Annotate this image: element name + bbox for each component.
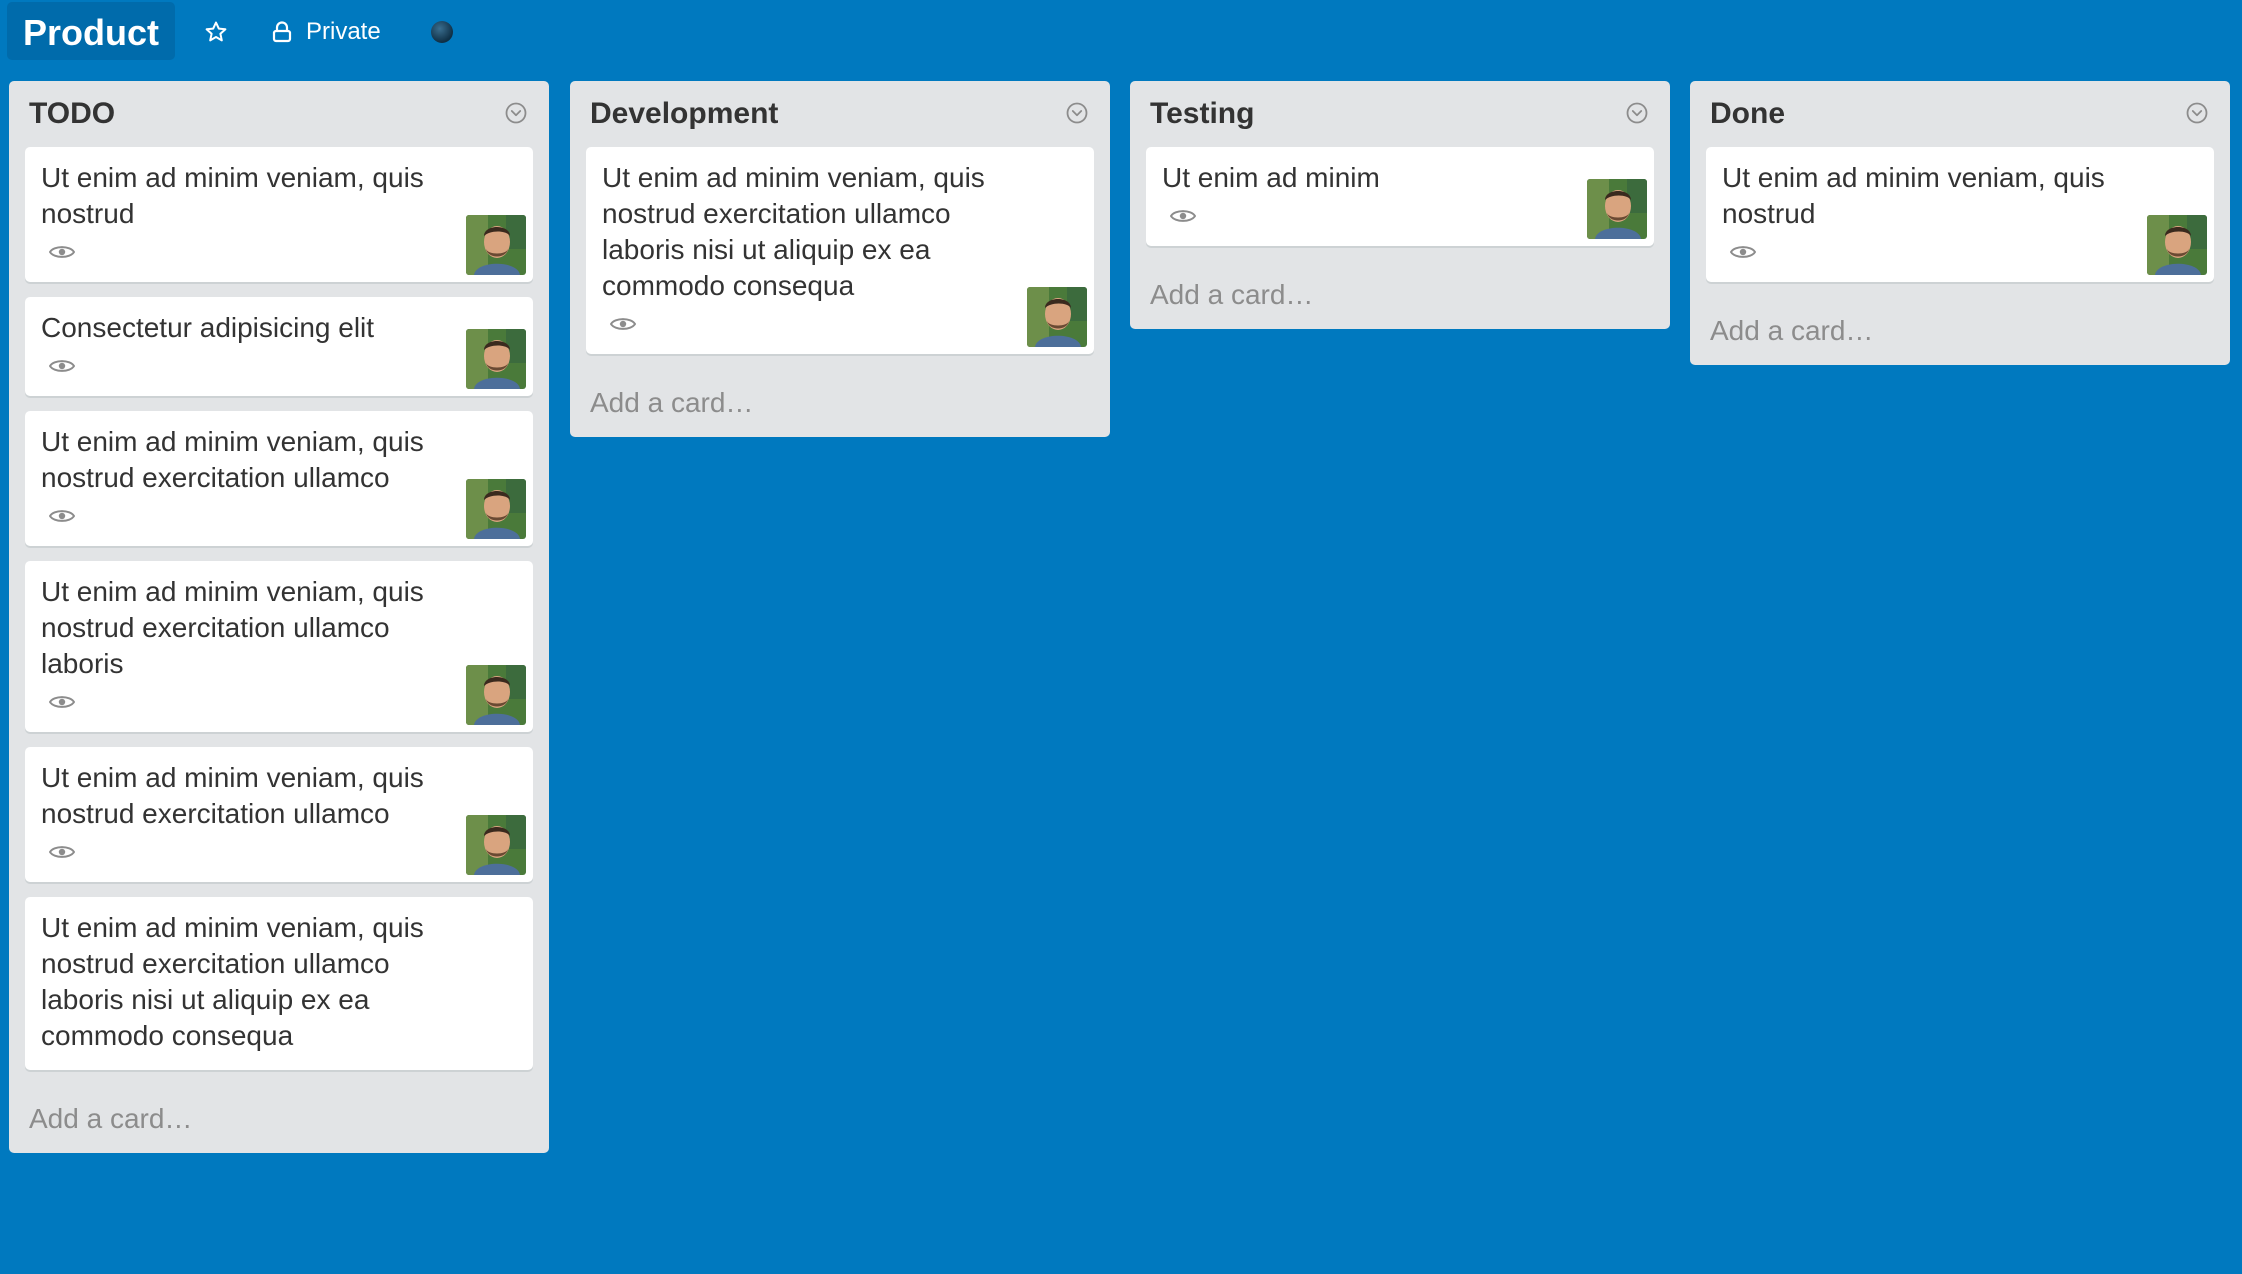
card-title: Consectetur adipisicing elit	[41, 312, 375, 343]
watch-eye-icon	[49, 694, 75, 710]
card[interactable]: Ut enim ad minim veniam, quis nostrud	[1706, 147, 2214, 282]
star-board-button[interactable]	[198, 8, 234, 56]
member-avatar[interactable]	[466, 215, 526, 275]
add-card-button[interactable]: Add a card…	[9, 1085, 549, 1153]
card-badges	[1722, 232, 2198, 272]
card-badges	[41, 832, 517, 872]
list-development: Development Ut enim ad minim veniam, qui…	[570, 81, 1110, 437]
card[interactable]: Ut enim ad minim veniam, quis nostrud ex…	[586, 147, 1094, 354]
board: Product Private TODO Ut enim ad minim ve…	[0, 0, 2242, 1274]
add-card-button[interactable]: Add a card…	[1690, 297, 2230, 365]
card-title: Ut enim ad minim veniam, quis nostrud ex…	[41, 426, 424, 493]
list-title[interactable]: Done	[1710, 97, 1785, 131]
member-avatar[interactable]	[1587, 179, 1647, 239]
watch-eye-icon	[1730, 244, 1756, 260]
card[interactable]: Ut enim ad minim veniam, quis nostrud	[25, 147, 533, 282]
list-header: Testing	[1130, 81, 1670, 147]
card[interactable]: Ut enim ad minim veniam, quis nostrud ex…	[25, 561, 533, 732]
card-badges	[41, 346, 517, 386]
list-header: Done	[1690, 81, 2230, 147]
visibility-button[interactable]: Private	[272, 8, 381, 56]
watch-eye-icon	[49, 244, 75, 260]
card-title: Ut enim ad minim	[1162, 162, 1380, 193]
add-card-button[interactable]: Add a card…	[1130, 261, 1670, 329]
card-list: Ut enim ad minim veniam, quis nostrud Co…	[9, 147, 549, 1070]
member-avatar[interactable]	[466, 665, 526, 725]
member-avatar[interactable]	[2147, 215, 2207, 275]
card-title: Ut enim ad minim veniam, quis nostrud ex…	[41, 762, 424, 829]
card-badges	[1162, 196, 1638, 236]
star-icon	[205, 21, 227, 42]
card-badges	[602, 304, 1078, 344]
list-title[interactable]: Testing	[1150, 97, 1254, 131]
card-list: Ut enim ad minim	[1130, 147, 1670, 246]
list-header: TODO	[9, 81, 549, 147]
card-title: Ut enim ad minim veniam, quis nostrud ex…	[41, 576, 424, 679]
member-avatar[interactable]	[466, 815, 526, 875]
card[interactable]: Ut enim ad minim veniam, quis nostrud ex…	[25, 747, 533, 882]
card-title: Ut enim ad minim veniam, quis nostrud	[1722, 162, 2105, 229]
watch-eye-icon	[49, 358, 75, 374]
list-todo: TODO Ut enim ad minim veniam, quis nostr…	[9, 81, 549, 1153]
member-avatar[interactable]	[466, 479, 526, 539]
card[interactable]: Ut enim ad minim	[1146, 147, 1654, 246]
list-done: Done Ut enim ad minim veniam, quis nostr…	[1690, 81, 2230, 365]
list-title[interactable]: Development	[590, 97, 778, 131]
list-testing: Testing Ut enim ad minim Add a card…	[1130, 81, 1670, 329]
watch-eye-icon	[49, 844, 75, 860]
add-card-button[interactable]: Add a card…	[570, 369, 1110, 437]
list-menu-icon[interactable]	[505, 102, 527, 124]
card-title: Ut enim ad minim veniam, quis nostrud ex…	[602, 162, 985, 301]
card-title: Ut enim ad minim veniam, quis nostrud	[41, 162, 424, 229]
watch-eye-icon	[49, 508, 75, 524]
list-title[interactable]: TODO	[29, 97, 115, 131]
card-title: Ut enim ad minim veniam, quis nostrud ex…	[41, 912, 424, 1051]
card-badges	[41, 232, 517, 272]
card[interactable]: Ut enim ad minim veniam, quis nostrud ex…	[25, 897, 533, 1070]
member-avatar[interactable]	[466, 329, 526, 389]
organization-icon	[431, 21, 453, 43]
card[interactable]: Ut enim ad minim veniam, quis nostrud ex…	[25, 411, 533, 546]
board-title[interactable]: Product	[7, 2, 176, 60]
card[interactable]: Consectetur adipisicing elit	[25, 297, 533, 396]
visibility-label: Private	[306, 18, 381, 45]
list-menu-icon[interactable]	[1626, 102, 1648, 124]
member-avatar[interactable]	[1027, 287, 1087, 347]
watch-eye-icon	[1170, 208, 1196, 224]
watch-eye-icon	[610, 316, 636, 332]
list-menu-icon[interactable]	[1066, 102, 1088, 124]
card-badges	[41, 682, 517, 722]
board-header: Product Private	[0, 0, 2242, 80]
card-list: Ut enim ad minim veniam, quis nostrud ex…	[570, 147, 1110, 354]
lock-icon	[272, 21, 292, 43]
card-badges	[41, 496, 517, 536]
organization-button[interactable]	[428, 8, 456, 56]
list-menu-icon[interactable]	[2186, 102, 2208, 124]
card-list: Ut enim ad minim veniam, quis nostrud	[1690, 147, 2230, 282]
list-header: Development	[570, 81, 1110, 147]
